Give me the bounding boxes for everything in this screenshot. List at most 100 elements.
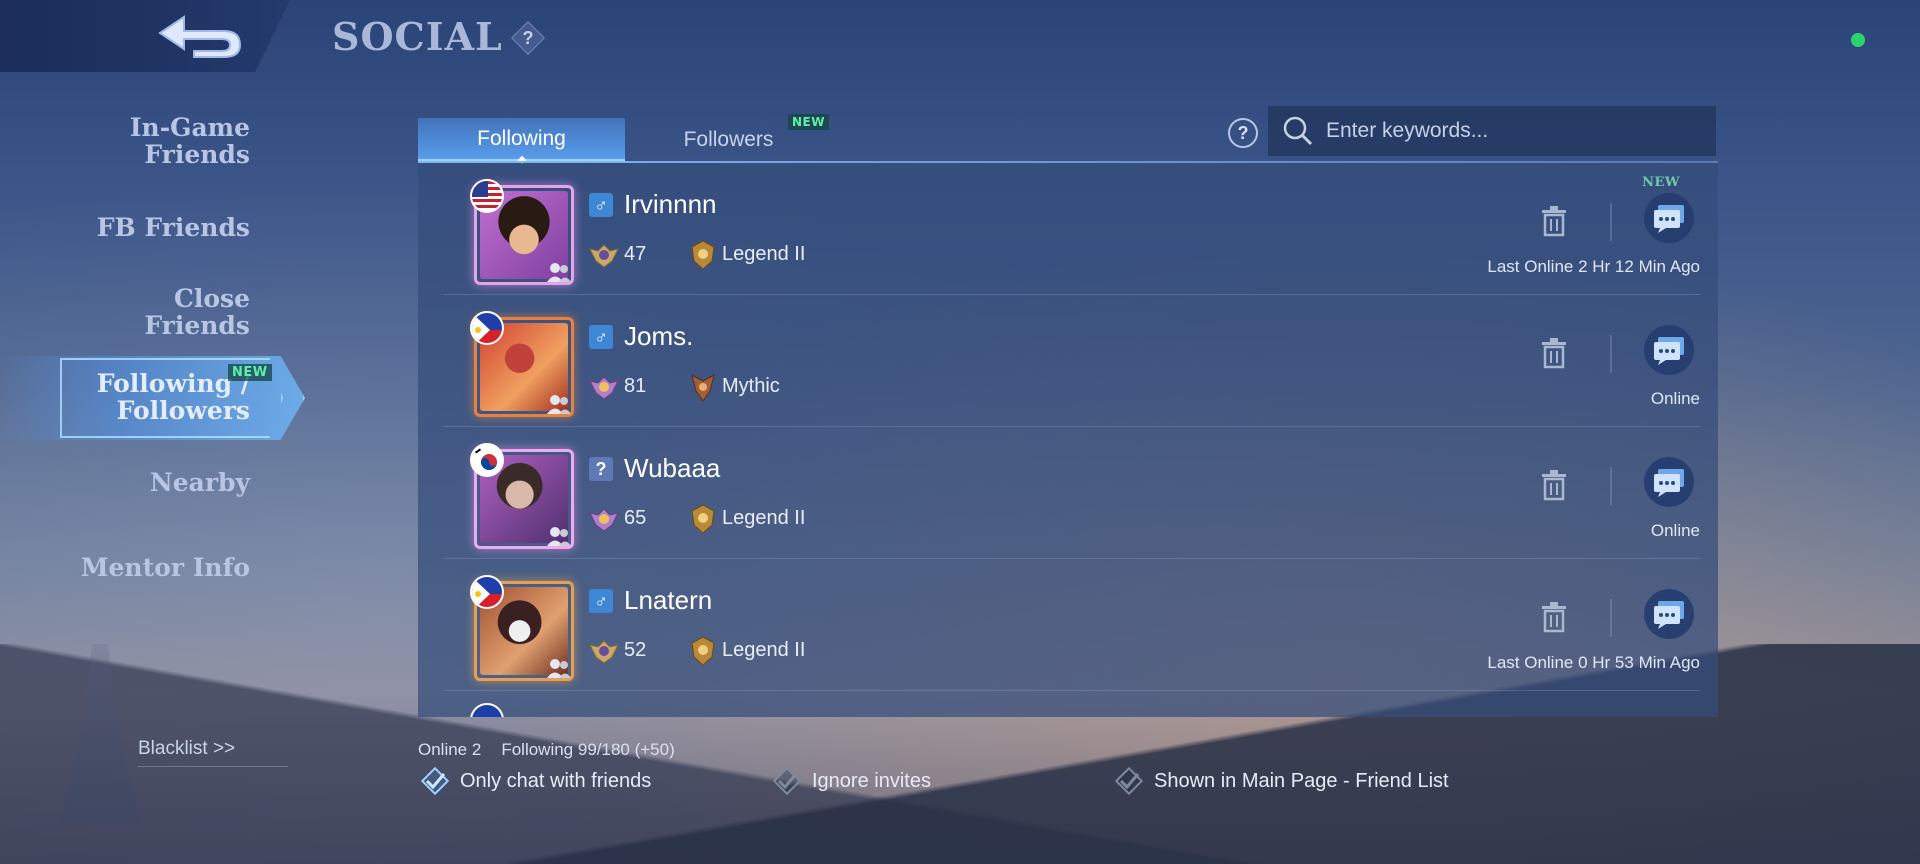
- chat-button[interactable]: [1644, 325, 1694, 375]
- sidebar-new-badge: NEW: [228, 364, 272, 381]
- following-list: NEW ♂ Irvinnnn 47 Legend II Last Online …: [418, 163, 1718, 717]
- option-only-chat-with-friends[interactable]: Only chat with friends: [418, 764, 651, 798]
- unfollow-button[interactable]: [1536, 597, 1572, 637]
- level-badge-icon: [589, 640, 619, 664]
- unfollow-button[interactable]: [1536, 465, 1572, 505]
- friends-icon: [547, 527, 571, 546]
- option-label: Only chat with friends: [460, 769, 652, 792]
- back-arrow-icon: [158, 15, 242, 58]
- sidebar-item-fb-friends[interactable]: FB Friends: [97, 214, 250, 241]
- gender-male-icon: ♂: [589, 325, 613, 349]
- gender-male-icon: ♂: [589, 193, 613, 217]
- search-icon: [1283, 116, 1313, 146]
- player-rank: Legend II: [722, 507, 806, 529]
- sidebar-item-close-friends[interactable]: Close Friends: [144, 285, 250, 339]
- checkbox-checked-icon[interactable]: [418, 764, 452, 798]
- level-badge-icon: [589, 508, 619, 532]
- friends-icon: [547, 395, 571, 414]
- action-divider: [1610, 599, 1612, 637]
- online-status: Online: [1650, 521, 1700, 540]
- player-rank: Legend II: [722, 243, 806, 265]
- unfollow-button[interactable]: [1536, 333, 1572, 373]
- trash-icon: [1542, 338, 1566, 369]
- help-label: ?: [522, 27, 534, 48]
- online-status: Online: [1650, 389, 1700, 408]
- chat-icon: [1654, 469, 1684, 497]
- username: Irvinnnn: [624, 189, 717, 219]
- sidebar-item-mentor-info[interactable]: Mentor Info: [81, 554, 250, 581]
- gender-male-icon: ♂: [589, 589, 613, 613]
- follow-counts: Online 2 Following 99/180 (+50): [418, 740, 675, 760]
- username: Joms.: [624, 321, 694, 351]
- list-item[interactable]: ? Wubaaa 65 Legend II Online: [444, 427, 1700, 559]
- player-level: 52: [624, 639, 647, 661]
- option-label: Shown in Main Page - Friend List: [1154, 769, 1449, 792]
- avatar[interactable]: [470, 443, 574, 549]
- connection-status-dot: [1851, 33, 1865, 47]
- player-rank: Mythic: [722, 375, 780, 397]
- sidebar-item-in-game-friends[interactable]: In-Game Friends: [130, 114, 250, 168]
- player-rank: Legend II: [722, 639, 806, 661]
- flag-ph-icon: [470, 311, 504, 345]
- level-badge-icon: [589, 244, 619, 268]
- trash-icon: [1542, 206, 1566, 237]
- avatar[interactable]: [470, 179, 574, 285]
- action-divider: [1610, 335, 1612, 373]
- list-item[interactable]: ♂ Joms. 81 Mythic Online: [444, 295, 1700, 427]
- chat-button[interactable]: [1644, 457, 1694, 507]
- flag-us-icon: [470, 179, 504, 213]
- rank-legend-icon: [691, 636, 715, 666]
- username: Lnatern: [624, 585, 713, 615]
- action-divider: [1610, 467, 1612, 505]
- help-button[interactable]: ?: [511, 21, 545, 55]
- sidebar-item-following-followers[interactable]: Following / Followers: [97, 370, 250, 424]
- list-item[interactable]: ♂ Irvinnnn 47 Legend II Last Online 2 Hr…: [444, 163, 1700, 295]
- action-divider: [1610, 203, 1612, 241]
- player-level: 81: [624, 375, 647, 397]
- list-item-partial[interactable]: [444, 691, 1700, 717]
- option-shown-in-main-page[interactable]: Shown in Main Page - Friend List: [1112, 764, 1449, 798]
- list-item[interactable]: ♂ Lnatern 52 Legend II Last Online 0 Hr …: [444, 559, 1700, 691]
- following-count: Following 99/180 (+50): [501, 740, 675, 759]
- flag-ph-icon: [470, 575, 504, 609]
- tab-bar: Following Followers: [418, 118, 832, 162]
- back-button[interactable]: [150, 8, 250, 64]
- friends-icon: [547, 263, 571, 282]
- checkbox-unchecked-icon[interactable]: [1112, 764, 1146, 798]
- avatar[interactable]: [470, 311, 574, 417]
- level-badge-icon: [589, 376, 619, 400]
- trash-icon: [1542, 470, 1566, 501]
- blacklist-link[interactable]: Blacklist >>: [138, 738, 288, 767]
- online-status: Last Online 0 Hr 53 Min Ago: [1487, 653, 1700, 672]
- trash-icon: [1542, 602, 1566, 633]
- rank-mythic-icon: [691, 374, 715, 402]
- chat-button[interactable]: [1644, 589, 1694, 639]
- online-status: Last Online 2 Hr 12 Min Ago: [1487, 257, 1700, 276]
- username: Wubaaa: [624, 453, 721, 483]
- checkbox-unchecked-icon[interactable]: [770, 764, 804, 798]
- player-level: 47: [624, 243, 647, 265]
- page-title: SOCIAL: [332, 14, 503, 59]
- chat-icon: [1654, 205, 1684, 233]
- rank-legend-icon: [691, 240, 715, 270]
- background-tower: [60, 644, 140, 824]
- sidebar-item-nearby[interactable]: Nearby: [150, 469, 250, 496]
- player-level: 65: [624, 507, 647, 529]
- tab-followers-new-badge: NEW: [788, 114, 829, 130]
- avatar[interactable]: [470, 575, 574, 681]
- tab-following[interactable]: Following: [418, 118, 625, 162]
- flag-icon: [470, 703, 504, 717]
- friends-icon: [547, 659, 571, 678]
- rank-legend-icon: [691, 504, 715, 534]
- chat-icon: [1654, 601, 1684, 629]
- search-help-button[interactable]: ?: [1228, 118, 1258, 148]
- gender-unknown-icon: ?: [589, 457, 613, 481]
- option-label: Ignore invites: [812, 769, 931, 792]
- option-ignore-invites[interactable]: Ignore invites: [770, 764, 931, 798]
- search-bar: [1268, 106, 1716, 156]
- unfollow-button[interactable]: [1536, 201, 1572, 241]
- chat-button[interactable]: [1644, 193, 1694, 243]
- chat-icon: [1654, 337, 1684, 365]
- online-count: Online 2: [418, 740, 482, 759]
- search-input[interactable]: [1326, 119, 1706, 143]
